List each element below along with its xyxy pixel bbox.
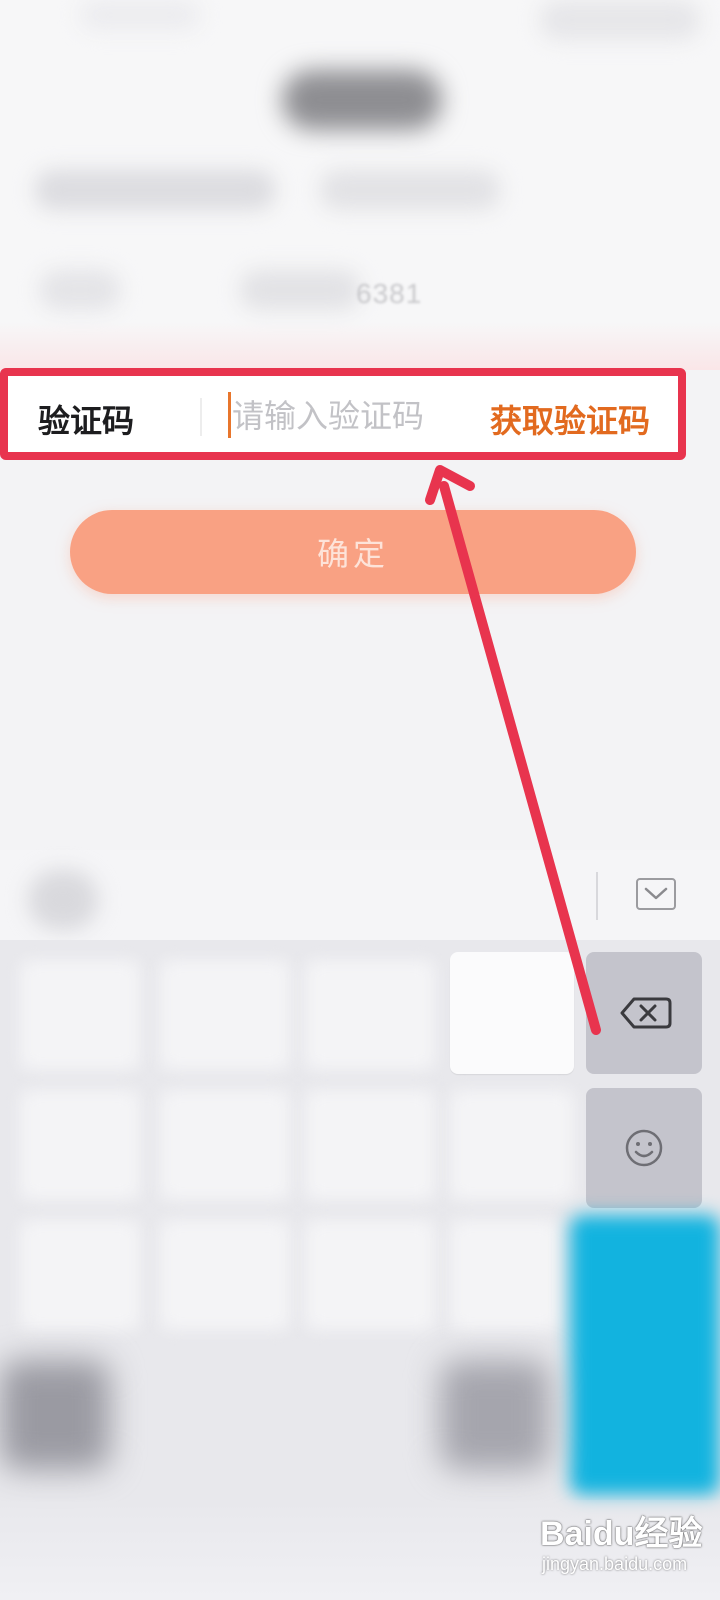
blurred-key <box>0 1360 110 1470</box>
confirm-button[interactable]: 确定 <box>70 510 636 594</box>
blurred-phone-prefix <box>240 270 360 310</box>
blurred-page-title <box>282 70 442 130</box>
blurred-row-value <box>320 170 500 210</box>
watermark-url: jingyan.baidu.com <box>542 1554 688 1574</box>
blurred-key <box>450 1090 574 1200</box>
blurred-form-area: 6381 <box>0 0 720 370</box>
blurred-phone-label <box>40 270 120 310</box>
blurred-key <box>305 1090 435 1200</box>
backspace-key[interactable] <box>586 952 702 1074</box>
keyboard-key[interactable] <box>450 952 574 1074</box>
backspace-icon <box>620 997 672 1029</box>
masked-phone-suffix: 6381 <box>356 278 423 309</box>
blurred-status-left <box>80 0 200 30</box>
keyboard-collapse-button[interactable] <box>636 878 676 910</box>
blurred-enter-key <box>570 1215 720 1495</box>
verification-code-label: 验证码 <box>38 402 135 440</box>
blurred-key <box>160 1220 290 1330</box>
blurred-key <box>160 960 290 1070</box>
blurred-key <box>20 960 140 1070</box>
row-divider <box>200 398 202 436</box>
blurred-row-label <box>35 170 275 210</box>
keyboard-toolbar <box>0 850 720 940</box>
watermark-brand: Baidu经验 <box>540 1515 703 1553</box>
blurred-status-right <box>540 0 700 40</box>
emoji-key[interactable] <box>586 1088 702 1208</box>
text-caret <box>228 392 231 438</box>
arrow-head-icon <box>425 465 475 505</box>
verification-code-input[interactable] <box>228 388 482 444</box>
get-verification-code-button[interactable]: 获取验证码 <box>490 396 650 442</box>
blurred-key <box>440 1360 550 1470</box>
blurred-key <box>450 1220 560 1330</box>
blurred-toolbar-item <box>28 870 98 930</box>
blurred-key <box>20 1090 140 1200</box>
verification-code-row: 验证码 获取验证码 <box>0 368 686 460</box>
blurred-key <box>160 1090 290 1200</box>
toolbar-divider <box>596 872 598 920</box>
blurred-key <box>20 1220 140 1330</box>
smiley-icon <box>625 1129 663 1167</box>
baidu-jingyan-watermark: Baidu经验 jingyan.baidu.com <box>540 1500 710 1586</box>
chevron-down-icon <box>644 887 668 900</box>
highlight-glow <box>0 322 720 370</box>
blurred-key <box>305 960 435 1070</box>
blurred-key <box>305 1220 435 1330</box>
